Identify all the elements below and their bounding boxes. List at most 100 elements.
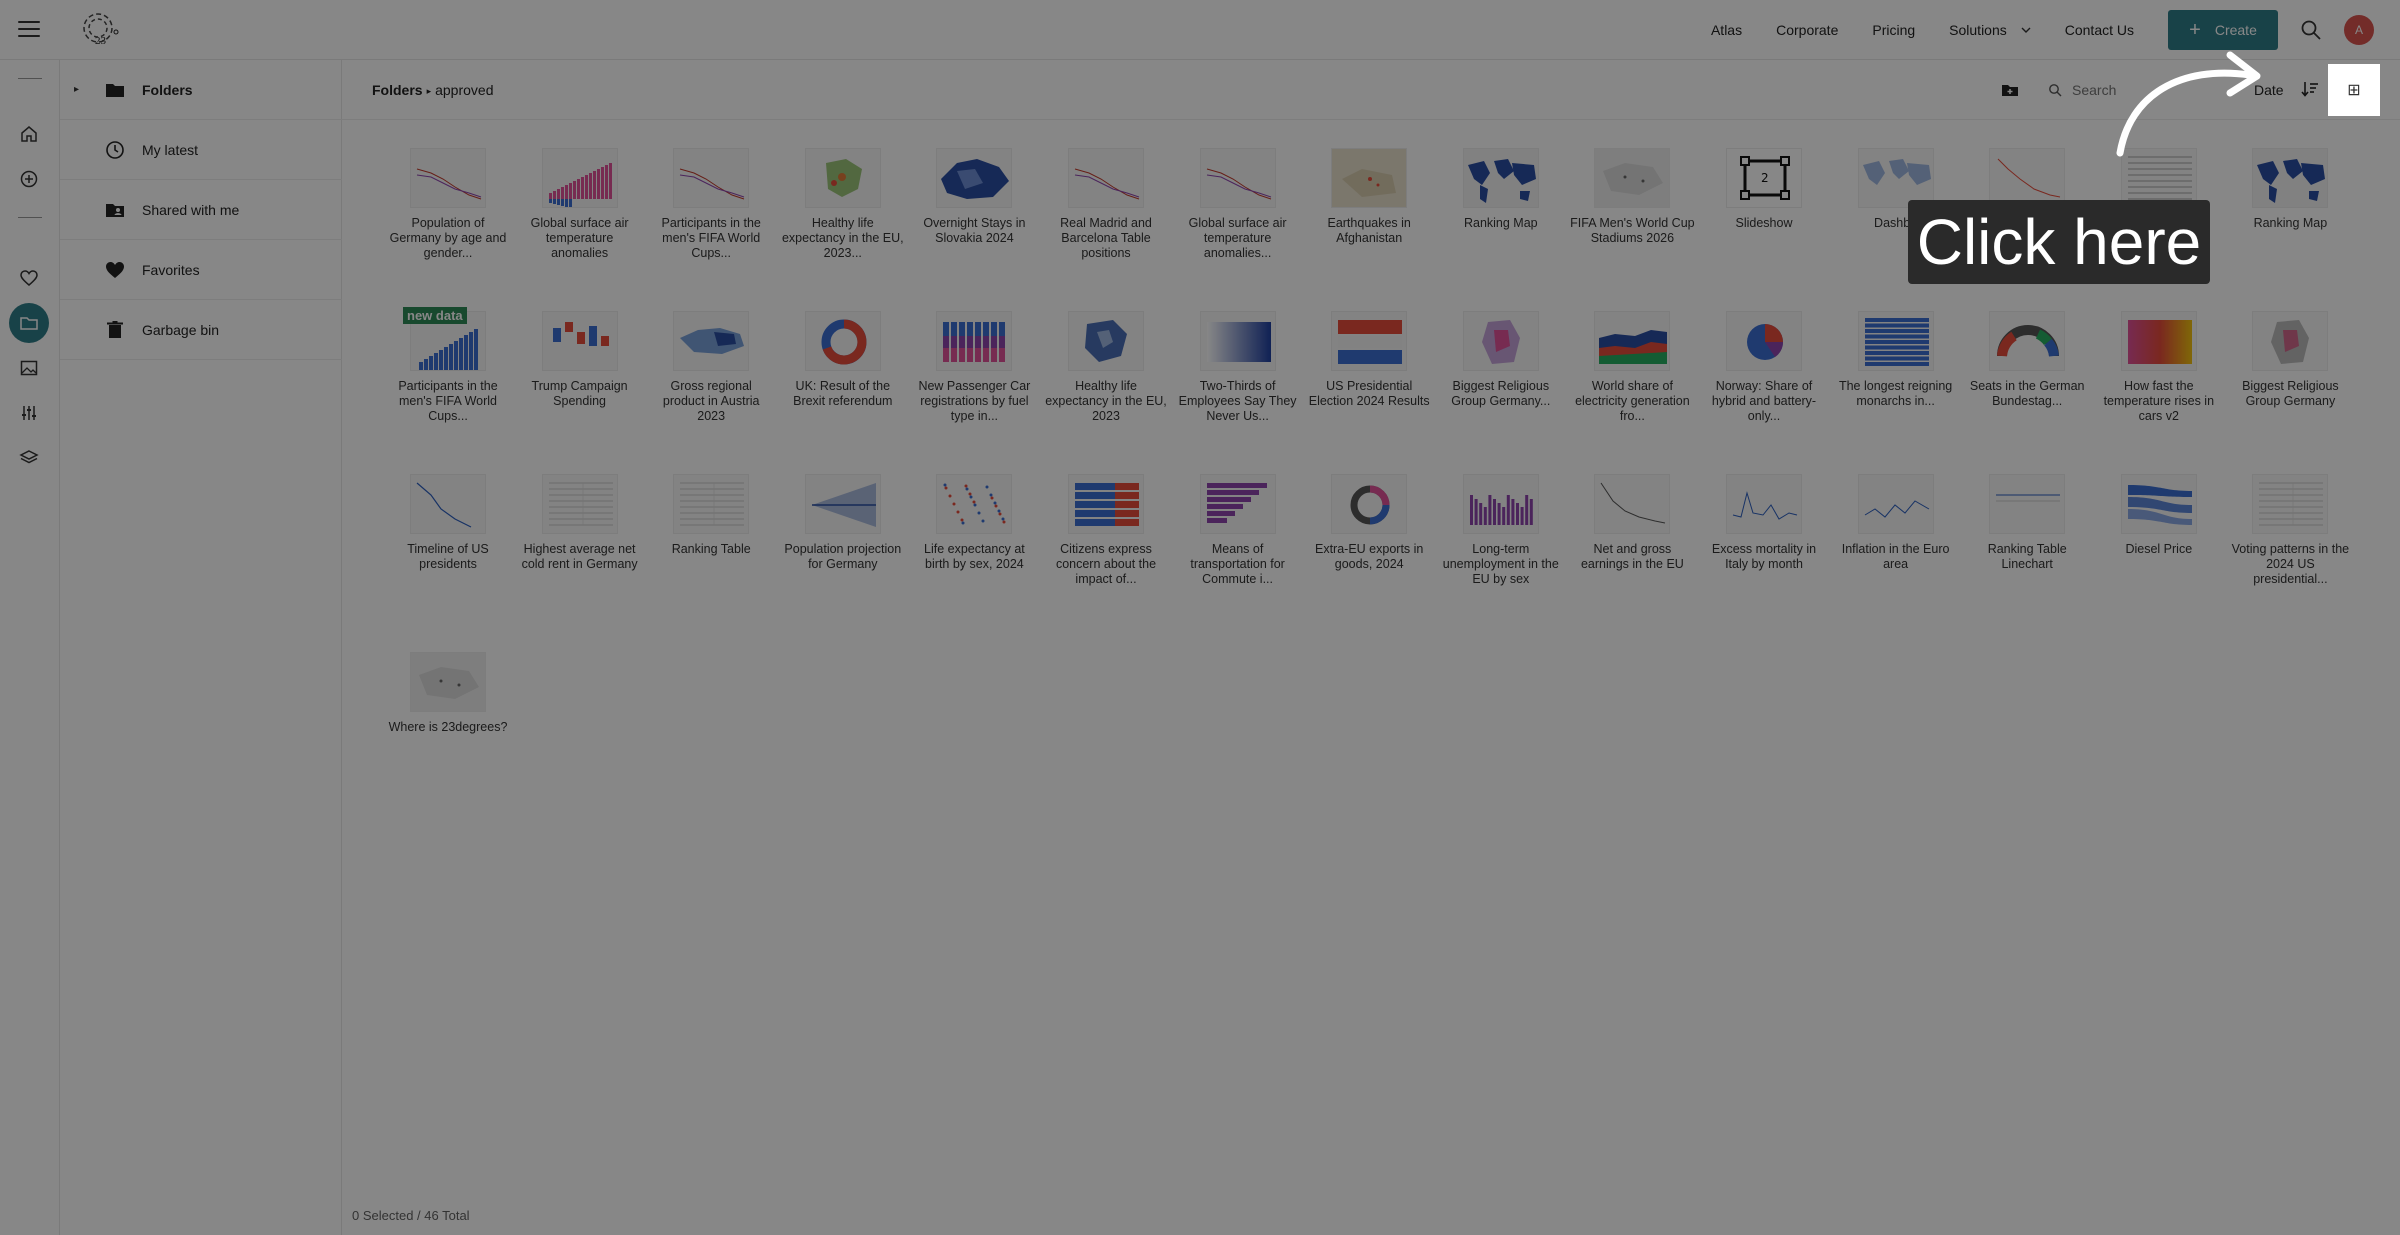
chart-tile[interactable]: UK: Result of the Brexit referendum (780, 303, 906, 463)
chart-tile[interactable]: Highest average net cold rent in Germany (517, 466, 643, 626)
chart-tile[interactable]: World share of electricity generation fr… (1569, 303, 1695, 463)
chart-tile[interactable]: Overnight Stays in Slovakia 2024 (911, 140, 1037, 300)
chart-tile[interactable]: Means of transportation for Commute i... (1175, 466, 1301, 626)
chart-tile[interactable]: Where is 23degrees? (385, 644, 511, 804)
shared-folder-icon (104, 199, 126, 221)
chart-title: New Passenger Car registrations by fuel … (918, 379, 1031, 423)
add-circle-icon[interactable] (18, 168, 40, 190)
chart-tile[interactable]: 2 Slideshow (1701, 140, 1827, 300)
chart-title: Diesel Price (2125, 542, 2193, 556)
panel-item-label: Favorites (142, 261, 200, 278)
chart-tile[interactable]: Ranking Table (648, 466, 774, 626)
chart-thumbnail (1199, 311, 1276, 371)
selection-status: 0 Selected / 46 Total (352, 1208, 470, 1223)
chart-tile[interactable]: Life expectancy at birth by sex, 2024 (911, 466, 1037, 626)
chart-title: Trump Campaign Spending (531, 379, 628, 408)
avatar[interactable]: A (2344, 15, 2374, 45)
chart-tile[interactable]: Ranking Map (1438, 140, 1564, 300)
layers-icon[interactable] (18, 447, 40, 469)
chart-tile[interactable]: Real Madrid and Barcelona Table position… (1043, 140, 1169, 300)
search-icon (2049, 84, 2062, 97)
home-icon[interactable] (18, 123, 40, 145)
chart-title: Gross regional product in Austria 2023 (662, 379, 760, 423)
chart-tile[interactable]: Timeline of US presidents (385, 466, 511, 626)
chart-tile[interactable]: FIFA Men's World Cup Stadiums 2026 (1569, 140, 1695, 300)
chart-title: Global surface air temperature anomalies (530, 216, 629, 260)
chart-tile[interactable]: Population of Germany by age and gender.… (385, 140, 511, 300)
chart-tile[interactable]: Healthy life expectancy in the EU, 2023 (1043, 303, 1169, 463)
logo-icon[interactable]: 23 (78, 10, 122, 50)
nav-pricing[interactable]: Pricing (1872, 22, 1915, 38)
chart-tile[interactable]: Global surface air temperature anomalies (517, 140, 643, 300)
search-icon[interactable] (2300, 19, 2322, 41)
nav-corporate[interactable]: Corporate (1776, 22, 1838, 38)
chart-thumbnail (1594, 311, 1671, 371)
chart-tile[interactable]: Norway: Share of hybrid and battery-only… (1701, 303, 1827, 463)
chart-tile[interactable]: Biggest Religious Group Germany (2227, 303, 2353, 463)
panel-item-favorites[interactable]: Favorites (60, 240, 342, 300)
chart-tile[interactable]: Earthquakes in Afghanistan (1306, 140, 1432, 300)
chart-thumbnail (1989, 311, 2066, 371)
chart-tile[interactable]: Net and gross earnings in the EU (1569, 466, 1695, 626)
chart-tile[interactable]: Participants in the men's FIFA World Cup… (648, 140, 774, 300)
image-icon[interactable] (18, 357, 40, 379)
chart-title: Ranking Map (1463, 216, 1538, 230)
chart-thumbnail (1462, 474, 1539, 534)
chart-tile[interactable]: Seats in the German Bundestag... (1964, 303, 2090, 463)
expand-icon[interactable]: ▸ (74, 84, 79, 95)
nav-atlas[interactable]: Atlas (1711, 22, 1742, 38)
panel-item-label: Folders (142, 81, 193, 98)
chart-thumbnail (1594, 474, 1671, 534)
chart-thumbnail (2252, 474, 2329, 534)
chart-thumbnail (673, 474, 750, 534)
chart-tile[interactable]: Extra-EU exports in goods, 2024 (1306, 466, 1432, 626)
chart-tile[interactable]: Long-term unemployment in the EU by sex (1438, 466, 1564, 626)
panel-item-garbage[interactable]: Garbage bin (60, 300, 342, 360)
chart-tile[interactable]: Diesel Price (2096, 466, 2222, 626)
create-button[interactable]: + Create (2168, 10, 2278, 50)
sort-icon[interactable] (2300, 79, 2320, 99)
chart-tile[interactable]: Citizens express concern about the impac… (1043, 466, 1169, 626)
nav-solutions[interactable]: Solutions (1949, 22, 2031, 38)
chart-tile[interactable]: Trump Campaign Spending (517, 303, 643, 463)
chart-tile[interactable]: Two-Thirds of Employees Say They Never U… (1175, 303, 1301, 463)
chart-thumbnail (541, 311, 618, 371)
chart-title: Population projection for Germany (784, 542, 902, 571)
chart-tile[interactable]: New Passenger Car registrations by fuel … (911, 303, 1037, 463)
panel-item-my-latest[interactable]: My latest (60, 120, 342, 180)
breadcrumb-root[interactable]: Folders (372, 82, 423, 98)
chart-tile[interactable]: The longest reigning monarchs in... (1833, 303, 1959, 463)
chart-tile[interactable]: Biggest Religious Group Germany... (1438, 303, 1564, 463)
chart-tile[interactable]: How fast the temperature rises in cars v… (2096, 303, 2222, 463)
arrow-icon (2116, 51, 2261, 157)
panel-item-folders[interactable]: ▸ Folders (60, 60, 342, 120)
chart-thumbnail (1989, 148, 2066, 208)
chart-thumbnail (804, 311, 881, 371)
chart-thumbnail (410, 652, 486, 712)
panel-item-shared[interactable]: Shared with me (60, 180, 342, 240)
heart-icon[interactable] (18, 267, 40, 289)
rail-divider (18, 78, 42, 79)
sliders-icon[interactable] (18, 402, 40, 424)
chart-tile[interactable]: new data Participants in the men's FIFA W… (385, 303, 511, 463)
new-folder-icon[interactable] (2000, 80, 2020, 100)
chart-title: Means of transportation for Commute i... (1190, 542, 1285, 586)
chart-title: Healthy life expectancy in the EU, 2023.… (781, 216, 904, 260)
chart-thumbnail (673, 148, 750, 208)
chart-thumbnail (936, 311, 1013, 371)
chart-tile[interactable]: Gross regional product in Austria 2023 (648, 303, 774, 463)
chart-tile[interactable]: Ranking Table Linechart (1964, 466, 2090, 626)
folder-icon[interactable] (9, 303, 49, 343)
chart-tile[interactable]: Inflation in the Euro area (1833, 466, 1959, 626)
chart-tile[interactable]: Global surface air temperature anomalies… (1175, 140, 1301, 300)
chart-tile[interactable]: Excess mortality in Italy by month (1701, 466, 1827, 626)
menu-icon[interactable] (18, 18, 40, 40)
nav-contact[interactable]: Contact Us (2065, 22, 2134, 38)
chart-tile[interactable]: Population projection for Germany (780, 466, 906, 626)
chart-tile[interactable]: US Presidential Election 2024 Results (1306, 303, 1432, 463)
chart-title: Global surface air temperature anomalies… (1188, 216, 1287, 260)
grid-view-button[interactable]: ⊞ (2328, 64, 2380, 116)
chart-tile[interactable]: Voting patterns in the 2024 US president… (2227, 466, 2353, 626)
chart-title: Biggest Religious Group Germany (2242, 379, 2339, 408)
chart-tile[interactable]: Healthy life expectancy in the EU, 2023.… (780, 140, 906, 300)
